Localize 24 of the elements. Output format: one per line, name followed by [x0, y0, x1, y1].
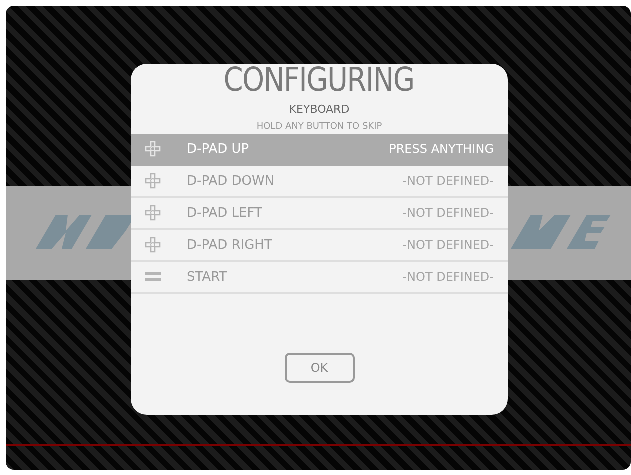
- input-binding: -NOT DEFINED-: [402, 206, 494, 220]
- skip-hint: HOLD ANY BUTTON TO SKIP: [256, 122, 382, 134]
- input-label: START: [187, 270, 228, 284]
- input-row[interactable]: START -NOT DEFINED-: [131, 262, 508, 294]
- input-row[interactable]: D-PAD DOWN -NOT DEFINED-: [131, 166, 508, 198]
- device-name: KEYBOARD: [289, 103, 350, 116]
- input-label: D-PAD UP: [187, 142, 250, 156]
- input-row[interactable]: D-PAD RIGHT -NOT DEFINED-: [131, 230, 508, 262]
- input-binding: -NOT DEFINED-: [402, 238, 494, 252]
- dpad-icon: [145, 205, 161, 221]
- dpad-icon: [145, 141, 161, 157]
- input-binding: -NOT DEFINED-: [402, 174, 494, 188]
- ok-button[interactable]: OK: [284, 353, 354, 383]
- input-label: D-PAD LEFT: [187, 206, 264, 220]
- input-binding: -NOT DEFINED-: [402, 270, 494, 284]
- input-row[interactable]: D-PAD LEFT -NOT DEFINED-: [131, 198, 508, 230]
- input-row[interactable]: D-PAD UP PRESS ANYTHING: [131, 134, 508, 166]
- dialog-title: CONFIGURING: [224, 60, 415, 99]
- input-binding: PRESS ANYTHING: [389, 142, 494, 156]
- input-label: D-PAD DOWN: [187, 174, 276, 188]
- dpad-icon: [145, 173, 161, 189]
- dpad-icon: [145, 237, 161, 253]
- start-button-icon: [145, 272, 161, 282]
- input-label: D-PAD RIGHT: [187, 238, 274, 252]
